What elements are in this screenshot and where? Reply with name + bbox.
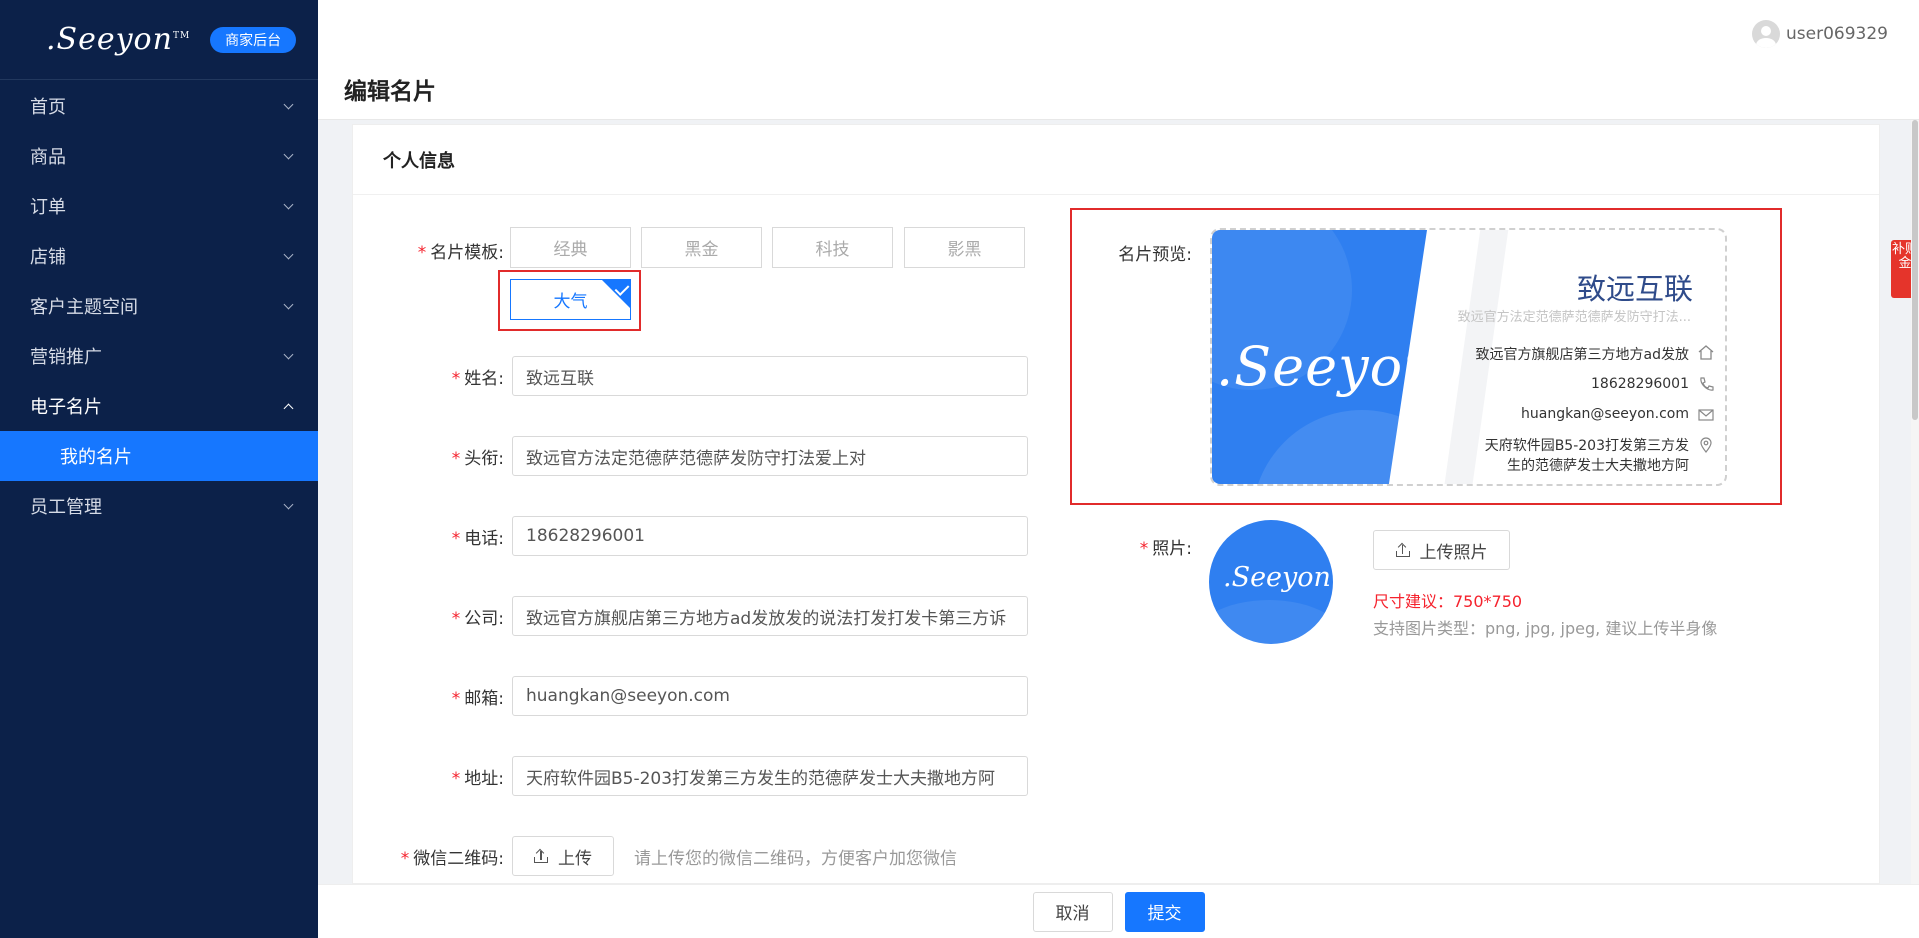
sidebar-item-label: 商品	[30, 147, 66, 168]
template-label: * 名片模板:	[417, 243, 504, 263]
address-input[interactable]: 天府软件园B5-203打发第三方发生的范德萨发士大夫撒地方阿	[512, 756, 1028, 796]
sidebar-subitem-my-card[interactable]: 我的名片	[0, 431, 318, 481]
scrollbar[interactable]	[1911, 120, 1919, 884]
wechat-label: * 微信二维码:	[400, 848, 504, 869]
photo-avatar: .Seeyon	[1209, 520, 1333, 644]
sidebar-menu: 首页 商品 订单 店铺 客户主题空间 营销推广 电子名片 我的名片 员工管理	[0, 81, 318, 531]
photo-type-hint: 支持图片类型：png, jpg, jpeg, 建议上传半身像	[1373, 619, 1718, 638]
chevron-down-icon	[284, 351, 294, 361]
sidebar-item-marketing[interactable]: 营销推广	[0, 331, 318, 381]
scrollbar-thumb[interactable]	[1912, 120, 1918, 420]
wechat-upload-button[interactable]: 上传	[512, 836, 614, 876]
page-title: 编辑名片	[344, 79, 436, 105]
cancel-button[interactable]: 取消	[1032, 891, 1113, 932]
template-option-black-gold[interactable]: 黑金	[641, 227, 762, 268]
email-label: * 邮箱:	[451, 688, 504, 709]
upload-label: 上传	[558, 848, 592, 869]
chevron-down-icon	[284, 301, 294, 311]
phone-row: * 电话: 18628296001	[352, 516, 1028, 556]
sidebar-item-orders[interactable]: 订单	[0, 181, 318, 231]
address-label: * 地址:	[451, 768, 504, 789]
sidebar-item-label: 店铺	[30, 247, 66, 268]
chevron-down-icon	[284, 101, 294, 111]
email-row: * 邮箱: huangkan@seeyon.com	[352, 676, 1028, 716]
wechat-hint: 请上传您的微信二维码，方便客户加您微信	[634, 848, 957, 869]
sidebar-item-label: 首页	[30, 97, 66, 118]
user-menu[interactable]: user069329	[1752, 20, 1888, 48]
chevron-down-icon	[284, 251, 294, 261]
template-row: * 名片模板:	[352, 238, 512, 263]
merchant-backend-badge: 商家后台	[210, 26, 297, 53]
sidebar-item-home[interactable]: 首页	[0, 81, 318, 131]
sidebar-item-products[interactable]: 商品	[0, 131, 318, 181]
template-option-tech[interactable]: 科技	[772, 227, 893, 268]
sidebar-item-label: 电子名片	[30, 397, 102, 418]
highlight-box	[1070, 208, 1782, 505]
photo-size-hint: 尺寸建议：750*750	[1373, 592, 1523, 611]
photo-label: * 照片:	[1139, 539, 1192, 559]
name-row: * 姓名: 致远互联	[352, 356, 1028, 396]
upload-photo-button[interactable]: 上传照片	[1373, 530, 1510, 570]
seeyon-logo[interactable]: .SeeyonTM	[46, 22, 190, 57]
title-input[interactable]: 致远官方法定范德萨范德萨发防守打法爱上对	[512, 436, 1028, 476]
upload-icon	[1395, 543, 1410, 557]
sidebar: .SeeyonTM 商家后台 首页 商品 订单 店铺 客户主题空间 营销推广 电…	[0, 0, 318, 938]
title-row: * 头衔: 致远官方法定范德萨范德萨发防守打法爱上对	[352, 436, 1028, 476]
company-label: * 公司:	[451, 608, 504, 629]
top-header: 编辑名片 user069329	[318, 0, 1919, 120]
title-label: * 头衔:	[451, 448, 504, 469]
photo-row: * 照片:	[1060, 534, 1200, 559]
sidebar-item-label: 员工管理	[30, 497, 102, 518]
sidebar-item-customer-space[interactable]: 客户主题空间	[0, 281, 318, 331]
address-row: * 地址: 天府软件园B5-203打发第三方发生的范德萨发士大夫撒地方阿	[352, 756, 1028, 796]
email-input[interactable]: huangkan@seeyon.com	[512, 676, 1028, 716]
seeyon-logo: .Seeyon	[1223, 562, 1331, 593]
submit-button[interactable]: 提交	[1124, 891, 1205, 932]
sidebar-item-label: 营销推广	[30, 347, 102, 368]
template-option-shadow[interactable]: 影黑	[904, 227, 1025, 268]
phone-label: * 电话:	[451, 528, 504, 549]
name-label: * 姓名:	[451, 368, 504, 389]
sidebar-item-label: 客户主题空间	[30, 297, 138, 318]
name-input[interactable]: 致远互联	[512, 356, 1028, 396]
highlight-box	[498, 270, 641, 331]
chevron-down-icon	[284, 151, 294, 161]
upload-icon	[534, 849, 548, 863]
template-option-classic[interactable]: 经典	[510, 227, 631, 268]
company-row: * 公司: 致远官方旗舰店第三方地方ad发放发的说法打发打发卡第三方诉	[352, 596, 1028, 636]
chevron-up-icon	[284, 401, 294, 411]
form-footer: 取消 提交	[318, 884, 1919, 938]
upload-photo-label: 上传照片	[1419, 542, 1488, 563]
phone-input[interactable]: 18628296001	[512, 516, 1028, 556]
sidebar-item-staff[interactable]: 员工管理	[0, 481, 318, 531]
company-input[interactable]: 致远官方旗舰店第三方地方ad发放发的说法打发打发卡第三方诉	[512, 596, 1028, 636]
chevron-down-icon	[284, 201, 294, 211]
sidebar-item-ecard[interactable]: 电子名片	[0, 381, 318, 431]
wechat-row: * 微信二维码: 上传 请上传您的微信二维码，方便客户加您微信	[352, 836, 957, 876]
sidebar-item-label: 订单	[30, 197, 66, 218]
brand-header: .SeeyonTM 商家后台	[0, 0, 318, 80]
section-title: 个人信息	[353, 125, 1879, 195]
sidebar-item-store[interactable]: 店铺	[0, 231, 318, 281]
avatar	[1752, 20, 1781, 48]
chevron-down-icon	[284, 501, 294, 511]
username: user069329	[1786, 24, 1888, 44]
